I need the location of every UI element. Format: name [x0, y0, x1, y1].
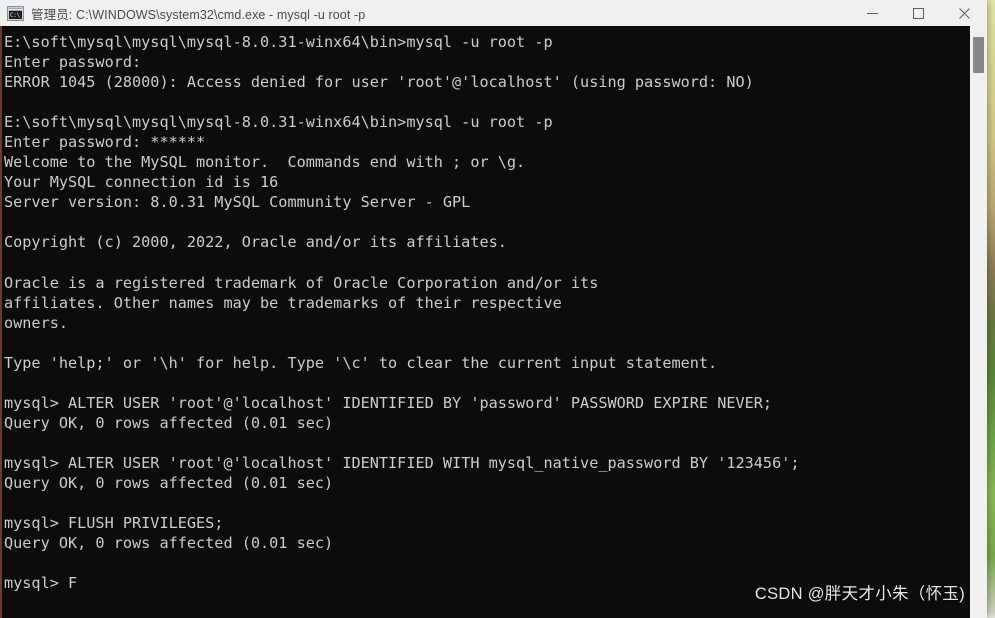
minimize-button[interactable] — [849, 0, 895, 26]
scrollbar-thumb[interactable] — [973, 37, 984, 73]
maximize-button[interactable] — [895, 0, 941, 26]
console-scrollbar[interactable] — [970, 26, 987, 618]
window-titlebar[interactable]: C:\ 管理员: C:\WINDOWS\system32\cmd.exe - m… — [0, 0, 987, 26]
console-body: E:\soft\mysql\mysql\mysql-8.0.31-winx64\… — [0, 26, 987, 618]
cmd-console-icon: C:\ — [7, 5, 24, 21]
cmd-console-window: C:\ 管理员: C:\WINDOWS\system32\cmd.exe - m… — [0, 0, 987, 618]
window-controls — [849, 0, 987, 26]
close-button[interactable] — [941, 0, 987, 26]
console-output-area[interactable]: E:\soft\mysql\mysql\mysql-8.0.31-winx64\… — [2, 26, 987, 618]
icon-screen-glyph: C:\ — [9, 10, 22, 19]
window-title: 管理员: C:\WINDOWS\system32\cmd.exe - mysql… — [31, 7, 366, 22]
console-text: E:\soft\mysql\mysql\mysql-8.0.31-winx64\… — [4, 33, 800, 593]
